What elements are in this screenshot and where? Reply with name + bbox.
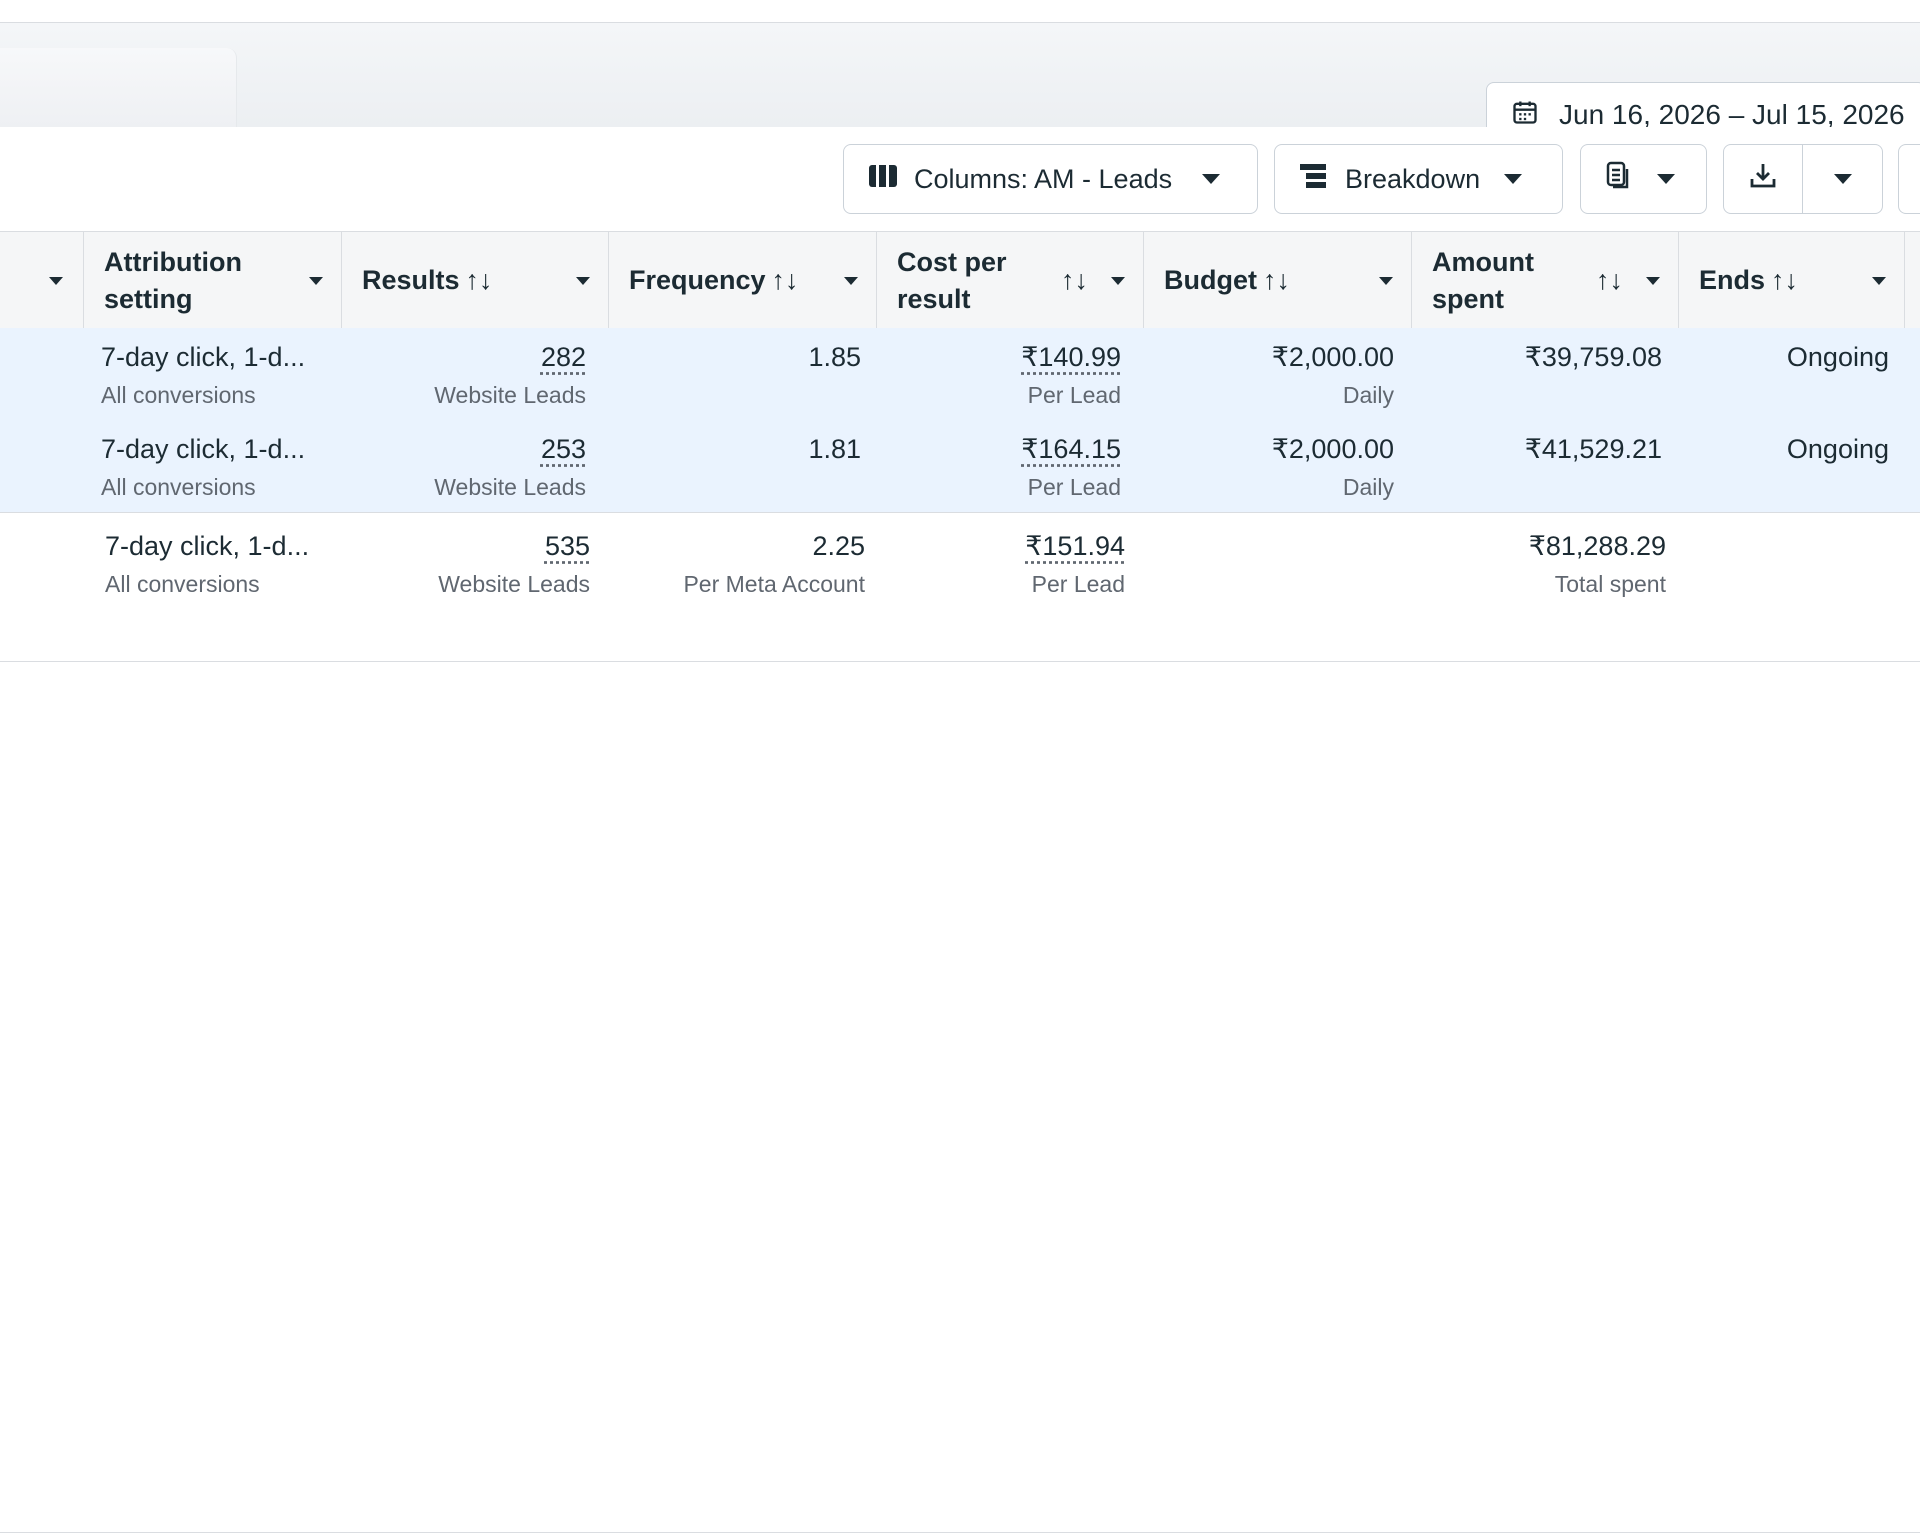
results-sub: Website Leads [434,474,586,500]
sort-icon[interactable]: ↑↓ [1596,232,1623,329]
column-header-attribution[interactable]: Attribution setting [84,232,342,329]
budget-cell: ₹2,000.00 [1271,342,1394,372]
table-bottom-divider [0,661,1920,662]
chevron-down-icon [1872,277,1886,285]
budget-sub: Daily [1342,474,1394,500]
sort-icon[interactable]: ↑↓ [1263,262,1290,299]
cost-per-result-sub: Per Lead [1027,474,1121,500]
reports-icon [1605,161,1633,198]
attribution-sub: All conversions [101,382,256,408]
results-cell[interactable]: 282 [541,342,586,373]
frequency-cell: 1.81 [808,434,861,464]
cost-per-result-cell[interactable]: ₹164.15 [1021,434,1121,465]
columns-button[interactable]: Columns: AM - Leads [843,144,1258,214]
ends-header-label: Ends ↑↓ [1699,232,1798,329]
more-toolbar-button[interactable] [1898,144,1920,214]
table-row[interactable]: 7-day click, 1-d... All conversions 282 … [0,328,1920,420]
export-button-group [1723,144,1883,214]
export-button[interactable] [1724,145,1803,213]
reports-button[interactable] [1580,144,1707,214]
column-header-budget[interactable]: Budget ↑↓ [1144,232,1412,329]
total-results-cell[interactable]: 535 [545,531,590,562]
total-amount-spent-sub: Total spent [1554,571,1666,597]
ends-cell: Ongoing [1786,342,1889,372]
breakdown-label: Breakdown [1345,163,1481,194]
frequency-header-label: Frequency ↑↓ [629,232,799,329]
sort-icon[interactable]: ↑↓ [772,262,799,299]
total-amount-spent-cell: ₹81,288.29 [1528,531,1666,561]
budget-header-label: Budget ↑↓ [1164,232,1290,329]
active-tab[interactable] [0,48,237,128]
chevron-down-icon [1202,174,1221,184]
amount-spent-cell: ₹41,529.21 [1524,434,1662,464]
chevron-down-icon [49,277,63,285]
sort-icon[interactable]: ↑↓ [1061,232,1088,329]
attribution-header-label: Attribution setting [104,246,242,314]
amount-header-label: Amount spent [1432,246,1534,314]
results-header-label: Results ↑↓ [362,232,493,329]
chevron-down-icon [1646,277,1660,285]
columns-label: Columns: AM - Leads [914,163,1173,194]
export-options-button[interactable] [1803,145,1882,213]
results-sub: Website Leads [434,382,586,408]
attribution-cell: 7-day click, 1-d... [101,342,306,372]
breakdown-icon [1299,162,1327,197]
chevron-down-icon [1379,277,1393,285]
sort-icon[interactable]: ↑↓ [466,262,493,299]
breakdown-button[interactable]: Breakdown [1274,144,1563,214]
total-frequency-cell: 2.25 [812,531,865,561]
total-attribution-cell: 7-day click, 1-d... [105,531,310,561]
totals-row: 7-day click, 1-d... All conversions 535 … [0,513,1920,661]
column-header-cost-per-result[interactable]: Cost per result ↑↓ [877,232,1144,329]
cost-per-result-sub: Per Lead [1027,382,1121,408]
total-frequency-sub: Per Meta Account [683,571,865,597]
frequency-cell: 1.85 [808,342,861,372]
table-header: Attribution setting Results ↑↓ Frequency ↑… [0,231,1920,331]
total-results-sub: Website Leads [438,571,590,597]
chevron-down-icon [1111,277,1125,285]
column-header-frequency[interactable]: Frequency ↑↓ [609,232,877,329]
download-icon [1748,161,1778,198]
sort-icon[interactable]: ↑↓ [1771,262,1798,299]
attribution-sub: All conversions [101,474,256,500]
total-cost-per-result-cell[interactable]: ₹151.94 [1025,531,1125,562]
ends-cell: Ongoing [1786,434,1889,464]
budget-sub: Daily [1342,382,1394,408]
cost-header-label: Cost per result [897,246,1007,314]
chevron-down-icon [1657,174,1675,184]
table-row[interactable]: 7-day click, 1-d... All conversions 253 … [0,420,1920,512]
budget-cell: ₹2,000.00 [1271,434,1394,464]
total-cost-per-result-sub: Per Lead [1031,571,1125,597]
column-header-ends[interactable]: Ends ↑↓ [1679,232,1905,329]
column-header-results[interactable]: Results ↑↓ [342,232,609,329]
results-cell[interactable]: 253 [541,434,586,465]
columns-icon [868,163,898,196]
page-bottom-divider [0,1532,1920,1533]
column-header-amount-spent[interactable]: Amount spent ↑↓ [1412,232,1679,329]
amount-spent-cell: ₹39,759.08 [1524,342,1662,372]
chevron-down-icon [844,277,858,285]
attribution-cell: 7-day click, 1-d... [101,434,306,464]
chevron-down-icon [576,277,590,285]
chevron-down-icon [1833,174,1852,184]
chevron-down-icon [1504,174,1523,184]
column-header-prev[interactable] [0,232,84,329]
cost-per-result-cell[interactable]: ₹140.99 [1021,342,1121,373]
chevron-down-icon [309,277,323,285]
total-attribution-sub: All conversions [105,571,260,597]
